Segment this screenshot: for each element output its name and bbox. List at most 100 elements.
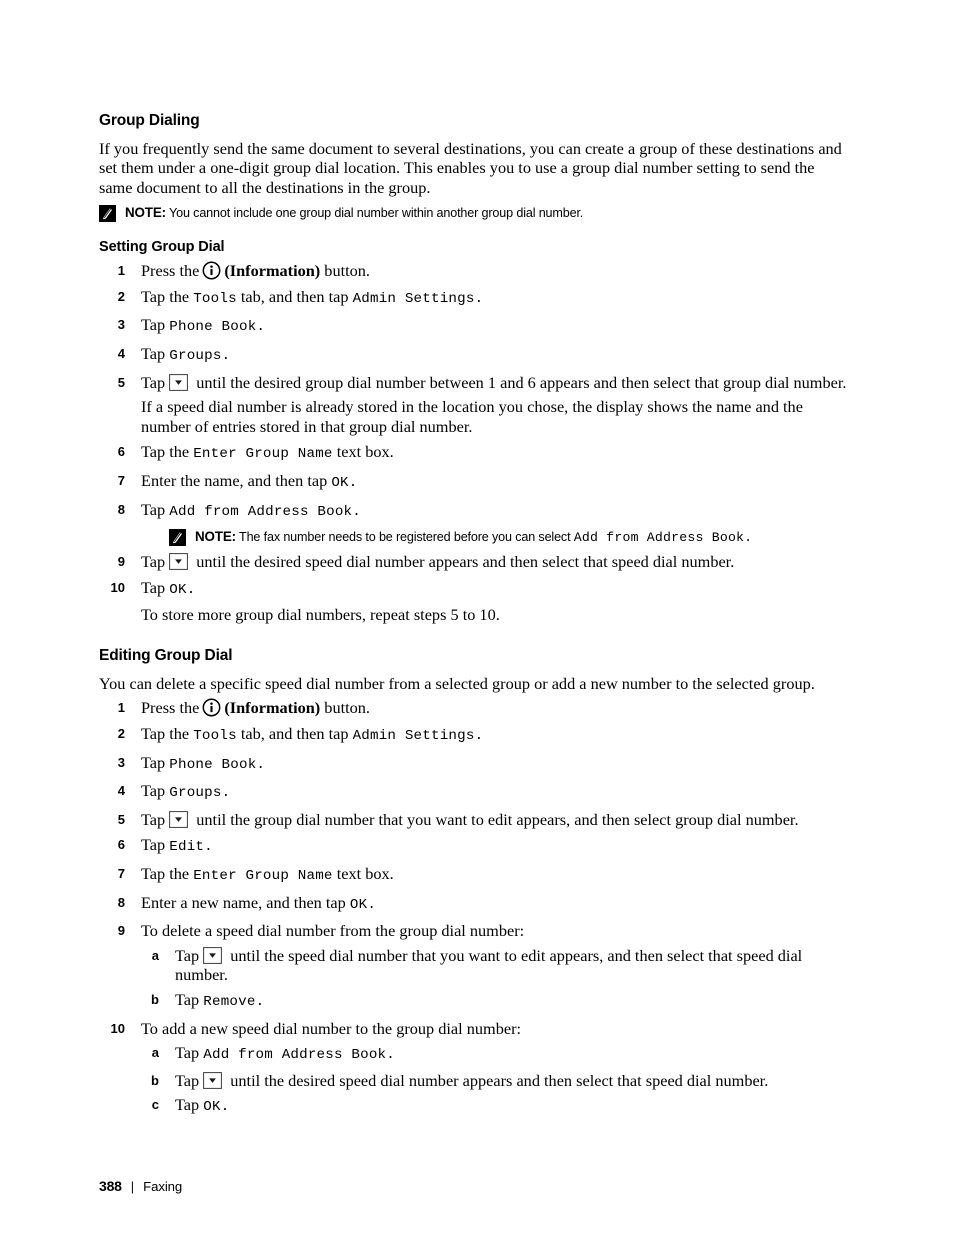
step-text-bold: (Information)	[224, 261, 321, 281]
step-item: 6 Tap Edit.	[99, 835, 851, 858]
step-item: 1 Press the (Information) button.	[99, 261, 851, 281]
dropdown-down-arrow-icon	[169, 810, 189, 828]
step-text-pre: Tap the	[141, 723, 190, 743]
step-number: 1	[117, 700, 125, 716]
step-text-post: until the desired speed dial number appe…	[196, 552, 735, 572]
note-body-after: .	[744, 530, 753, 546]
substep-item: a Tap Add from Address Book.	[141, 1043, 851, 1066]
step-extra-text: If a speed dial number is already stored…	[141, 397, 803, 436]
ui-string-enter-group-name: Enter Group Name	[193, 446, 333, 463]
note-block-fax-number: NOTE: The fax number needs to be registe…	[169, 528, 851, 547]
step-text-pre: Enter the name, and then tap	[141, 471, 328, 491]
step-text-pre: Tap	[141, 499, 166, 519]
step-lead-text: To add a new speed dial number to the gr…	[141, 1018, 522, 1038]
step-text-before-icon: Press the	[141, 261, 200, 281]
step-item: 3 Tap Phone Book.	[99, 315, 851, 338]
note-pencil-icon	[99, 204, 116, 222]
ui-string-groups: Groups	[169, 785, 222, 802]
substep-text-pre: Tap	[175, 1043, 200, 1063]
note-pencil-icon	[169, 529, 186, 547]
document-page: Group Dialing If you frequently send the…	[0, 0, 954, 1235]
step-text-tail: .	[204, 839, 213, 856]
step-text-bold: (Information)	[224, 698, 321, 718]
ui-string-phone-book: Phone Book	[169, 319, 257, 336]
footer-page-number: 388	[99, 1178, 122, 1194]
step-text-tail: .	[352, 503, 361, 520]
step-text-pre: Tap the	[141, 863, 190, 883]
note-text-fax-number: NOTE: The fax number needs to be registe…	[195, 528, 752, 546]
step-text-tail: button.	[324, 698, 370, 718]
step-item: 2 Tap the Tools tab, and then tap Admin …	[99, 287, 851, 310]
substep-item: c Tap OK.	[141, 1095, 851, 1118]
information-icon	[202, 261, 221, 280]
step-text-tail: .	[348, 475, 358, 492]
step-text-pre: Tap	[141, 781, 166, 801]
substep-list: a Tap until the speed dial number that y…	[141, 946, 851, 1013]
ui-string-add-from-address-book: Add from Address Book	[169, 503, 353, 520]
step-number: 8	[117, 894, 125, 910]
note-body: You cannot include one group dial number…	[169, 205, 584, 220]
ui-string-enter-group-name: Enter Group Name	[193, 867, 333, 884]
editing-group-dial-intro: You can delete a specific speed dial num…	[99, 673, 815, 693]
step-number: 4	[117, 783, 125, 799]
substep-item: b Tap Remove.	[141, 990, 851, 1013]
step-text-tail: .	[474, 727, 484, 744]
page-title-group-dialing: Group Dialing	[99, 112, 200, 129]
page-footer: 388 | Faxing	[99, 1178, 182, 1194]
dropdown-down-arrow-icon	[203, 946, 223, 964]
ui-string-admin-settings: Admin Settings	[352, 727, 475, 744]
step-number: 5	[117, 811, 125, 827]
step-item: 6 Tap the Enter Group Name text box.	[99, 442, 851, 465]
step-item: 9 Tap until the desired speed dial numbe…	[99, 552, 851, 572]
ui-string-edit: Edit	[169, 839, 205, 856]
note-label: NOTE:	[195, 529, 236, 545]
substep-item: a Tap until the speed dial number that y…	[141, 946, 851, 985]
substep-text-post: until the speed dial number that you wan…	[175, 945, 803, 985]
step-number: 1	[117, 263, 125, 279]
step-text-post: until the group dial number that you wan…	[196, 809, 799, 829]
dropdown-down-arrow-icon	[169, 553, 189, 571]
step-text-tail: .	[186, 581, 196, 598]
step-item: 4 Tap Groups.	[99, 781, 851, 804]
note-block-group-dialing: NOTE: You cannot include one group dial …	[99, 204, 851, 222]
substep-letter: b	[151, 991, 159, 1007]
step-item: 8 Tap Add from Address Book. NOTE: The f…	[99, 500, 851, 547]
group-dialing-intro: If you frequently send the same document…	[99, 138, 842, 197]
step-item: 4 Tap Groups.	[99, 344, 851, 367]
ui-string-remove: Remove	[203, 993, 256, 1010]
substep-letter: a	[151, 947, 159, 963]
ui-string-ok: OK	[349, 896, 368, 913]
page-content: Group Dialing If you frequently send the…	[99, 112, 851, 1118]
step-number: 6	[117, 444, 125, 460]
ui-string-add-from-address-book: Add from Address Book	[203, 1047, 387, 1064]
ui-string-ok: OK	[331, 475, 349, 492]
step-item: 10 To add a new speed dial number to the…	[99, 1019, 851, 1118]
step-text-tail: button.	[324, 261, 370, 281]
ui-string-phone-book: Phone Book	[169, 756, 257, 773]
ui-string-tools: Tools	[193, 290, 237, 307]
note-text-group-dialing: NOTE: You cannot include one group dial …	[125, 204, 583, 221]
substep-letter: b	[151, 1072, 159, 1088]
step-item: 3 Tap Phone Book.	[99, 753, 851, 776]
substep-item: b Tap until the desired speed dial numbe…	[141, 1071, 851, 1091]
step-text-pre: Tap	[141, 835, 166, 855]
note-body-before: The fax number needs to be registered be…	[239, 530, 571, 545]
step-item: 5 Tap until the group dial number that y…	[99, 810, 851, 830]
step-lead-text: To delete a speed dial number from the g…	[141, 921, 525, 941]
step-text-pre: Tap	[141, 752, 166, 772]
step-text-pre: Tap the	[141, 442, 190, 462]
step-text-tail: .	[221, 785, 231, 802]
step-text-tail: text box.	[336, 863, 394, 883]
step-number: 10	[110, 1020, 125, 1036]
step-text-pre: Tap	[141, 372, 166, 392]
step-number: 7	[117, 865, 125, 881]
substep-text-tail: .	[220, 1099, 230, 1116]
step-text-before-icon: Press the	[141, 698, 200, 718]
step-text-pre: Tap	[141, 315, 166, 335]
step-text-mid: tab, and then tap	[240, 723, 349, 743]
step-text-tail: .	[221, 348, 231, 365]
substep-text-pre: Tap	[175, 989, 200, 1009]
step-text-pre: Tap	[141, 552, 166, 572]
step-text-pre: Tap the	[141, 286, 190, 306]
page-title-editing-group-dial: Editing Group Dial	[99, 646, 233, 664]
